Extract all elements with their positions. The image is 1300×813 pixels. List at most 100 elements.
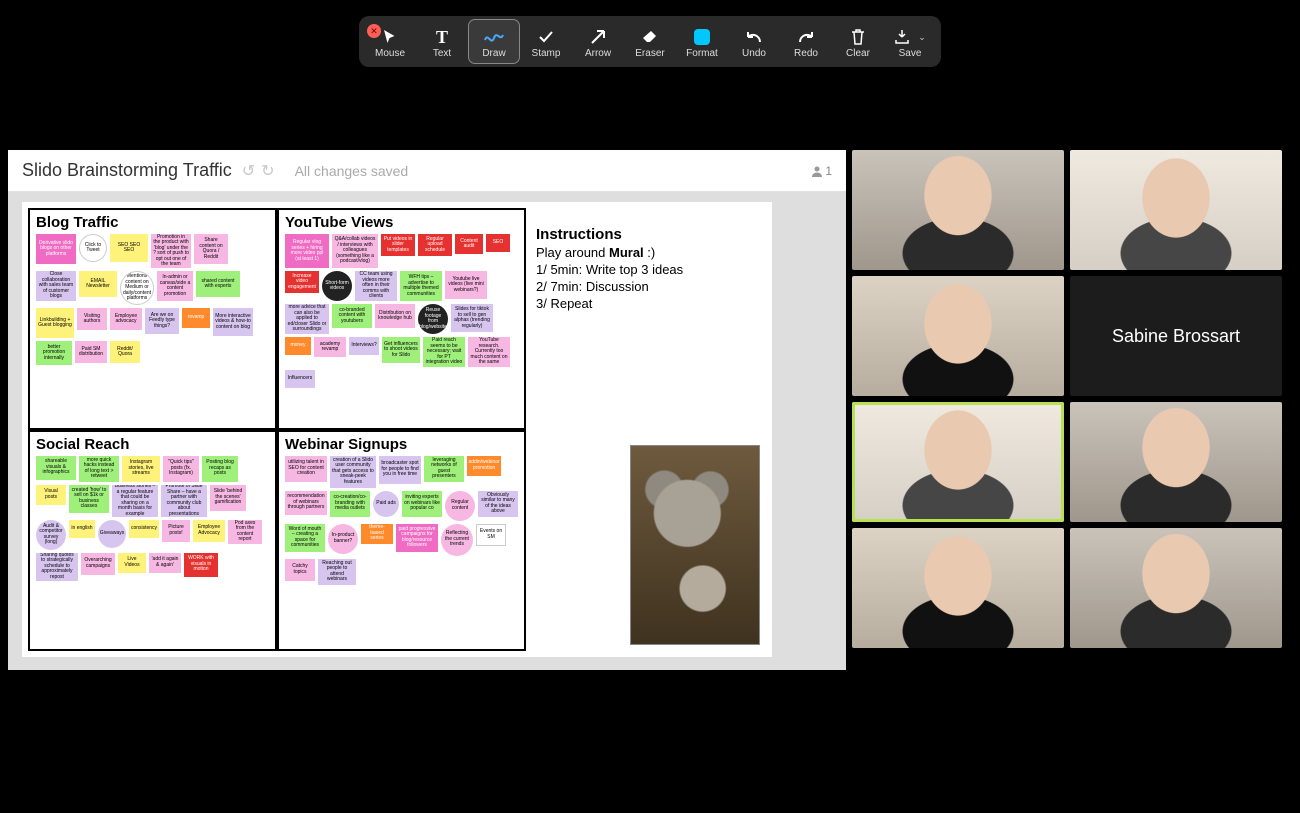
video-tile[interactable]: [852, 528, 1064, 648]
redo-tool[interactable]: Redo: [781, 20, 831, 63]
sticky-note[interactable]: Posting blog recaps as posts: [202, 456, 238, 482]
sticky-note[interactable]: money: [285, 337, 311, 355]
participant-count[interactable]: 1: [811, 164, 832, 178]
sticky-note[interactable]: Pod axes from the content report: [228, 520, 262, 544]
sticky-note[interactable]: Interviews?: [349, 337, 379, 355]
sticky-note[interactable]: Paid SM distribution: [75, 341, 107, 363]
sticky-note[interactable]: co-creation/co-branding with media outle…: [330, 491, 370, 517]
sticky-note[interactable]: Put videos in slider templates: [381, 234, 415, 256]
sticky-note[interactable]: Share content on Quora / Reddit: [194, 234, 228, 264]
sticky-note[interactable]: revamp: [182, 308, 210, 328]
sticky-note[interactable]: "Quick tips" posts (fx. Instagram): [163, 456, 199, 482]
sticky-note[interactable]: Derivative slido blogs on other platform…: [36, 234, 76, 264]
sticky-note[interactable]: WFH tips – advertise to multiple themed …: [400, 271, 442, 301]
sticky-note[interactable]: Visiting authors: [77, 308, 107, 330]
sticky-note[interactable]: Content audit: [455, 234, 483, 254]
sticky-note[interactable]: CC team using videos more often in their…: [355, 271, 397, 301]
sticky-note[interactable]: creation of a Slido user community that …: [330, 456, 376, 488]
sticky-note[interactable]: Click to Tweet: [79, 234, 107, 262]
sticky-note[interactable]: In-product banner?: [328, 524, 358, 554]
video-tile[interactable]: [1070, 402, 1282, 522]
save-tool[interactable]: ⌄ Save: [885, 20, 935, 63]
redo-icon[interactable]: ↻: [261, 161, 274, 181]
sticky-note[interactable]: co-branded content with youtubers: [332, 304, 372, 328]
sticky-note[interactable]: consistency: [129, 520, 159, 538]
video-tile-name-only[interactable]: Sabine Brossart: [1070, 276, 1282, 396]
sticky-note[interactable]: utilizing talent in SEO for content crea…: [285, 456, 327, 482]
sticky-note[interactable]: WORK with visuals in motion: [184, 553, 218, 577]
sticky-note[interactable]: Reuse footage from blog/website: [418, 304, 448, 334]
clear-tool[interactable]: Clear: [833, 20, 883, 63]
sticky-note[interactable]: Reaching out people to attend webinars: [318, 559, 356, 585]
video-tile-active-speaker[interactable]: [852, 402, 1064, 522]
history-controls[interactable]: ↺ ↻: [242, 161, 275, 181]
video-tile[interactable]: [1070, 528, 1282, 648]
sticky-note[interactable]: more quick hacks instead of long text > …: [79, 456, 119, 482]
sticky-note[interactable]: academy revamp: [314, 337, 346, 357]
sticky-note[interactable]: better promotion internally: [36, 341, 72, 365]
sticky-note[interactable]: 'add it again & again': [149, 553, 181, 573]
sticky-note[interactable]: in english: [69, 520, 95, 538]
sticky-note[interactable]: Overarching campaigns: [81, 553, 115, 575]
sticky-note[interactable]: leveraging networks of guest presenters: [424, 456, 464, 482]
sticky-note[interactable]: shareable visuals & infographics: [36, 456, 76, 480]
sticky-note[interactable]: Influencers: [285, 370, 315, 388]
sticky-note[interactable]: Short-form videos: [322, 271, 352, 301]
sticky-note[interactable]: Picture posts!: [162, 520, 190, 542]
mural-canvas[interactable]: Blog Traffic Derivative slido blogs on o…: [22, 202, 772, 657]
sticky-note[interactable]: Are we on Feedly type things?: [145, 308, 179, 334]
sticky-note[interactable]: Close collaboration with sales team of c…: [36, 271, 76, 301]
sticky-note[interactable]: Word of mouth – creating a space for com…: [285, 524, 325, 552]
format-tool[interactable]: Format: [677, 20, 727, 63]
sticky-note[interactable]: SEO SEO SEO: [110, 234, 148, 262]
sticky-note[interactable]: Employee Advocacy: [193, 520, 225, 542]
mural-canvas-wrapper[interactable]: Blog Traffic Derivative slido blogs on o…: [8, 192, 846, 670]
sticky-note[interactable]: Increase video engagement: [285, 271, 319, 293]
sticky-note[interactable]: inviting experts on webinars like popula…: [402, 491, 442, 517]
sticky-note[interactable]: Catchy topics: [285, 559, 315, 581]
sticky-note[interactable]: Linkbuilding + Guest blogging: [36, 308, 74, 338]
sticky-note[interactable]: In-admin or canvas/side a content promot…: [157, 271, 193, 301]
stamp-tool[interactable]: Stamp: [521, 20, 571, 63]
draw-tool[interactable]: Draw: [469, 20, 519, 63]
sticky-note[interactable]: created 'how' to sell on $1k or business…: [69, 485, 109, 513]
arrow-tool[interactable]: Arrow: [573, 20, 623, 63]
sticky-note[interactable]: Slides for tiktok to sell to gen alphas …: [451, 304, 493, 332]
sticky-note[interactable]: Regular vlog series + hiring more video …: [285, 234, 329, 268]
sticky-note[interactable]: Visual posts: [36, 485, 66, 505]
sticky-note[interactable]: Giveaways: [98, 520, 126, 548]
video-tile[interactable]: [1070, 150, 1282, 270]
sticky-note[interactable]: Live Videos: [118, 553, 146, 573]
sticky-note[interactable]: More interactive videos & how-to content…: [213, 308, 253, 336]
sticky-note[interactable]: Mentions content on Medium or daily/cont…: [120, 271, 154, 305]
sticky-note[interactable]: Reflecting the current trends: [441, 524, 473, 556]
sticky-note[interactable]: recommendation of webinars through partn…: [285, 491, 327, 515]
sticky-note[interactable]: Instagram stories, live streams: [122, 456, 160, 482]
sticky-note[interactable]: shared content with experts: [196, 271, 240, 297]
sticky-note[interactable]: more advice that can also be applied to …: [285, 304, 329, 334]
sticky-note[interactable]: Regular upload schedule: [418, 234, 452, 256]
sticky-note[interactable]: Slide 'behind the scenes' gamification: [210, 485, 246, 511]
sticky-note[interactable]: Promotion in the product with 'blog' und…: [151, 234, 191, 268]
eraser-tool[interactable]: Eraser: [625, 20, 675, 63]
sticky-note[interactable]: SEO: [486, 234, 510, 252]
sticky-note[interactable]: Audit & competitor survey (long): [36, 520, 66, 550]
text-tool[interactable]: T Text: [417, 20, 467, 63]
sticky-note[interactable]: broadcaster spot for people to find you …: [379, 456, 421, 484]
sticky-note[interactable]: Q&A/collab videos / interviews with coll…: [332, 234, 378, 268]
sticky-note[interactable]: Promote of Slide Share – have a partner …: [161, 485, 207, 517]
undo-tool[interactable]: Undo: [729, 20, 779, 63]
sticky-note[interactable]: YouTube research. Currently too much con…: [468, 337, 510, 367]
video-tile[interactable]: [852, 276, 1064, 396]
sticky-note[interactable]: Reddit/ Quora: [110, 341, 140, 363]
sticky-note[interactable]: Employee advocacy: [110, 308, 142, 330]
sticky-note[interactable]: Distribution on knowledge hub: [375, 304, 415, 328]
sticky-note[interactable]: addin/webinar promotion: [467, 456, 501, 476]
close-icon[interactable]: ✕: [367, 24, 381, 38]
sticky-note[interactable]: Regular content: [445, 491, 475, 521]
sticky-note[interactable]: Paid ads: [373, 491, 399, 517]
video-tile[interactable]: [852, 150, 1064, 270]
sticky-note[interactable]: Get influencers to shoot videos for Slid…: [382, 337, 420, 363]
sticky-note[interactable]: theme-based series: [361, 524, 393, 544]
sticky-note[interactable]: Obviously similar to many of the ideas a…: [478, 491, 518, 517]
